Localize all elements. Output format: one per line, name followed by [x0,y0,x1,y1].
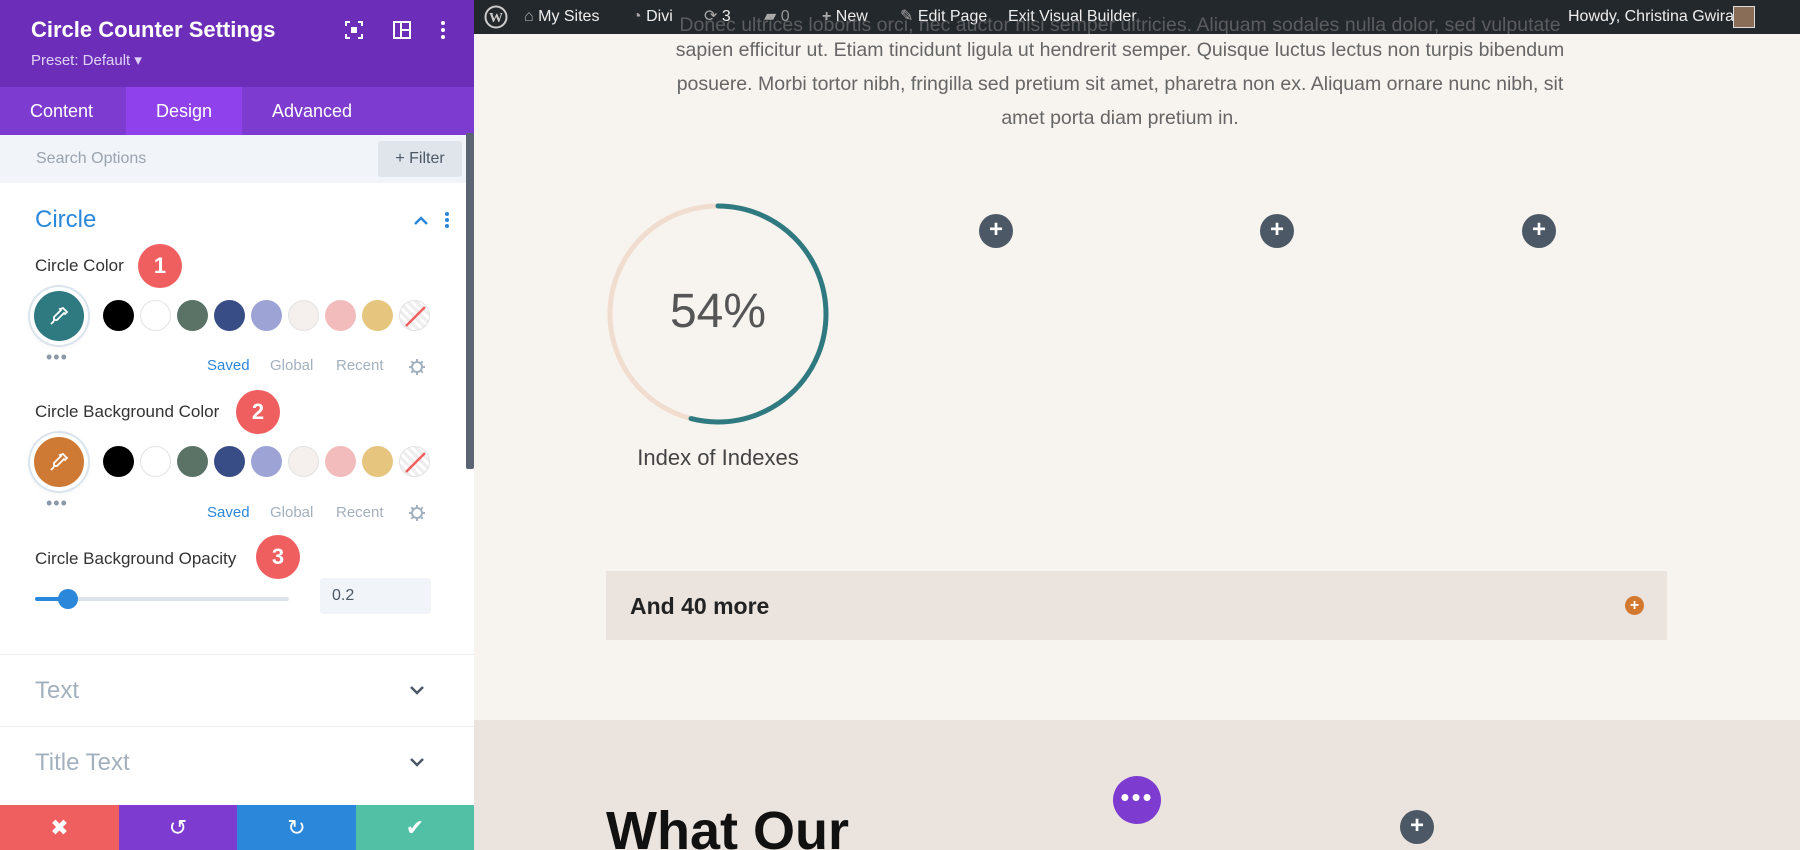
circle-counter-number: 54% [669,285,767,338]
toggle-open-icon[interactable]: + [1625,596,1644,615]
add-module-button[interactable]: + [1400,810,1434,844]
color-swatch[interactable] [103,300,134,331]
circle-bg-color-label: Circle Background Color [35,402,220,421]
filter-button[interactable]: + Filter [378,141,462,177]
toggle-title: And 40 more [630,593,770,619]
save-button[interactable]: ✔ [356,805,474,850]
color-swatch[interactable] [251,300,282,331]
paragraph-cut-line: Donec ultrices lobortis orci, nec auctor… [679,14,1561,34]
tab-content[interactable]: Content [0,87,123,135]
svg-text:W: W [489,11,503,26]
divider [0,726,474,727]
section-text-title[interactable]: Text [35,677,79,705]
my-sites-link[interactable]: ⌂ My Sites [524,0,599,34]
page-settings-button[interactable]: ••• [1113,776,1161,824]
color-swatch[interactable] [214,300,245,331]
circle-counter-title: Index of Indexes [637,445,799,470]
swatch-tab-recent[interactable]: Recent [336,357,384,374]
section-title-text-title[interactable]: Title Text [35,749,130,777]
add-module-button[interactable]: + [1260,214,1294,248]
panel-header: Circle Counter Settings Preset: Default … [0,0,474,87]
layout-icon[interactable] [391,19,413,41]
plus-icon: + [395,150,410,167]
redo-icon: ↻ [287,815,306,840]
tab-advanced[interactable]: Advanced [242,87,382,135]
swatch-none[interactable] [399,446,430,477]
circle-bg-color-picker[interactable] [34,437,84,487]
search-input[interactable] [0,135,370,183]
more-options-icon[interactable] [432,19,454,41]
panel-tabs: Content Design Advanced [0,87,474,135]
search-bar: + Filter [0,135,474,183]
body-paragraph: sapien efficitur ut. Etiam tincidunt lig… [640,33,1600,135]
opacity-slider-handle[interactable] [57,589,78,609]
wordpress-logo-icon[interactable]: W [484,5,508,29]
eyedropper-icon [50,306,69,325]
plus-icon: + [1409,812,1424,839]
swatch-tab-global[interactable]: Global [270,504,313,521]
color-swatch[interactable] [177,446,208,477]
paragraph-line: posuere. Morbi tortor nibh, fringilla se… [676,73,1564,95]
redo-button[interactable]: ↻ [237,805,356,850]
color-swatch[interactable] [362,446,393,477]
opacity-value-input[interactable] [320,578,431,614]
check-icon: ✔ [405,815,425,840]
color-swatch[interactable] [362,300,393,331]
settings-panel: Circle Counter Settings Preset: Default … [0,0,474,850]
cancel-button[interactable]: ✖ [0,805,119,850]
circle-color-label: Circle Color [35,256,124,275]
chevron-up-icon[interactable] [412,212,430,230]
eyedropper-icon [50,452,69,471]
step-badge-2: 2 [236,390,280,434]
tab-design[interactable]: Design [126,87,243,135]
plus-icon: + [1531,216,1546,243]
add-module-button[interactable]: + [1522,214,1556,248]
swatch-tab-saved[interactable]: Saved [207,504,250,521]
preset-dropdown[interactable]: Preset: Default ▾ [31,51,142,69]
circle-color-picker[interactable] [34,291,84,341]
more-colors-icon[interactable]: ••• [46,347,68,368]
toggle-module[interactable]: And 40 more + [606,571,1667,640]
circle-bg-opacity-label: Circle Background Opacity [35,549,237,568]
section-circle-title[interactable]: Circle [35,206,96,234]
color-swatch[interactable] [325,446,356,477]
step-badge-3: 3 [256,535,300,579]
color-swatch[interactable] [177,300,208,331]
section-heading: What Our [606,801,849,850]
chevron-down-icon[interactable] [408,681,426,699]
gear-icon[interactable] [408,358,426,376]
plus-icon: + [1269,216,1284,243]
fullscreen-icon[interactable] [343,19,365,41]
undo-icon: ↺ [168,815,188,840]
paragraph-line: amet porta diam pretium in. [1001,107,1239,129]
gear-icon[interactable] [408,504,426,522]
swatch-tab-recent[interactable]: Recent [336,504,384,521]
paragraph-line: sapien efficitur ut. Etiam tincidunt lig… [675,39,1565,61]
undo-button[interactable]: ↺ [119,805,237,850]
step-badge-1: 1 [138,244,182,288]
color-swatch[interactable] [140,446,171,477]
divider [0,654,474,655]
close-icon: ✖ [50,815,69,840]
swatch-tab-global[interactable]: Global [270,357,313,374]
color-swatch[interactable] [325,300,356,331]
color-swatch[interactable] [140,300,171,331]
color-swatch[interactable] [288,446,319,477]
home-icon: ⌂ [524,8,539,25]
color-swatch[interactable] [214,446,245,477]
color-swatch[interactable] [288,300,319,331]
section-menu-icon[interactable] [442,210,452,230]
color-swatch[interactable] [103,446,134,477]
avatar[interactable] [1733,6,1755,28]
panel-title: Circle Counter Settings [31,17,276,42]
color-swatch[interactable] [251,446,282,477]
swatch-none[interactable] [399,300,430,331]
more-colors-icon[interactable]: ••• [46,493,68,514]
panel-scrollbar[interactable] [466,133,474,469]
plus-icon: + [988,216,1003,243]
swatch-tab-saved[interactable]: Saved [207,357,250,374]
chevron-down-icon[interactable] [408,753,426,771]
add-module-button[interactable]: + [979,214,1013,248]
